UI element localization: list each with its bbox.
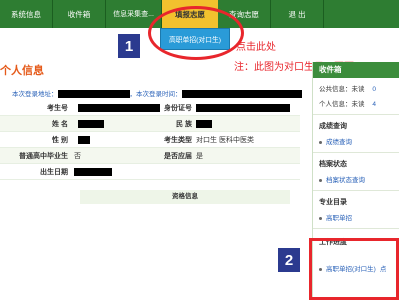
redacted-name [78, 120, 104, 128]
qualification-section-title: 资格信息 [80, 190, 290, 204]
redacted-gender [78, 136, 90, 144]
page-title: 个人信息 [0, 65, 44, 77]
gender-label: 性 别 [52, 137, 68, 144]
personal-msg-label: 个人信息：未读 [319, 101, 365, 108]
redacted-time [181, 90, 302, 99]
redacted-id-no [196, 104, 290, 112]
login-info: 本次登录地址： ，本次登录时间： [12, 88, 302, 99]
sidebar-score-title: 成绩查询 [319, 123, 347, 130]
dob-label: 出生日期 [40, 169, 68, 176]
personal-info-table: 考生号 身份证号 姓 名 民 族 性 别 考生类型 对口生 医科中医类 普通高中… [0, 100, 300, 180]
sidebar-public-msg[interactable]: 公共信息：未读 0 [313, 83, 399, 93]
table-row: 姓 名 民 族 [0, 116, 300, 132]
sidebar-inbox-title: 收件箱 [313, 62, 399, 78]
divider [313, 152, 399, 153]
hs-grad-label: 普通高中毕业生 [19, 153, 68, 160]
nav-logout[interactable]: 退 出 [271, 0, 324, 28]
last-login-address-label: 本次登录地址： [12, 91, 58, 98]
personal-msg-count: 4 [372, 101, 376, 108]
hs-grad-value: 否 [74, 153, 81, 160]
confirmed-value: 是 [196, 153, 203, 160]
table-row: 性 别 考生类型 对口生 医科中医类 [0, 132, 300, 148]
archive-link-label: 档案状态查询 [326, 177, 365, 184]
nav-system-info[interactable]: 系统信息 [0, 0, 53, 28]
table-row: 考生号 身份证号 [0, 100, 300, 116]
exam-type-value: 对口生 医科中医类 [196, 137, 254, 144]
public-msg-count: 0 [372, 86, 376, 93]
highlight-rectangle [309, 238, 399, 300]
sidebar-archive-link[interactable]: 档案状态查询 [313, 174, 399, 184]
name-label: 姓 名 [52, 121, 68, 128]
ethnicity-label: 民 族 [176, 121, 192, 128]
redacted-ethnicity [196, 120, 212, 128]
bullet-icon [319, 178, 322, 182]
table-row: 出生日期 [0, 164, 300, 180]
exam-type-label: 考生类型 [164, 137, 192, 144]
major-link-label: 高职单招 [326, 215, 352, 222]
step-badge-1: 1 [118, 34, 140, 58]
public-msg-label: 公共信息：未读 [319, 86, 365, 93]
sidebar-score-link[interactable]: 成绩查询 [313, 136, 399, 146]
bullet-icon [319, 140, 322, 144]
last-login-time-label: ，本次登录时间： [129, 91, 182, 98]
confirmed-label: 是否应届 [164, 153, 192, 160]
redacted-dob [74, 168, 112, 176]
sidebar-major-link[interactable]: 高职单招 [313, 212, 399, 222]
step-badge-2: 2 [278, 248, 300, 272]
divider [313, 190, 399, 191]
redacted-exam-no [78, 104, 160, 112]
table-row: 普通高中毕业生 否 是否应届 是 [0, 148, 300, 164]
highlight-ellipse [148, 6, 244, 60]
nav-inbox[interactable]: 收件箱 [53, 0, 106, 28]
sidebar-major-title: 专业目录 [319, 199, 347, 206]
divider [313, 228, 399, 229]
bullet-icon [319, 216, 322, 220]
id-no-label: 身份证号 [164, 105, 192, 112]
score-link-label: 成绩查询 [326, 139, 352, 146]
click-here-annotation: 点击此处 [236, 42, 276, 53]
exam-no-label: 考生号 [47, 105, 68, 112]
divider [313, 114, 399, 115]
redacted-address [57, 90, 130, 99]
sidebar-personal-msg[interactable]: 个人信息：未读 4 [313, 98, 399, 108]
sidebar-archive-title: 档案状态 [319, 161, 347, 168]
